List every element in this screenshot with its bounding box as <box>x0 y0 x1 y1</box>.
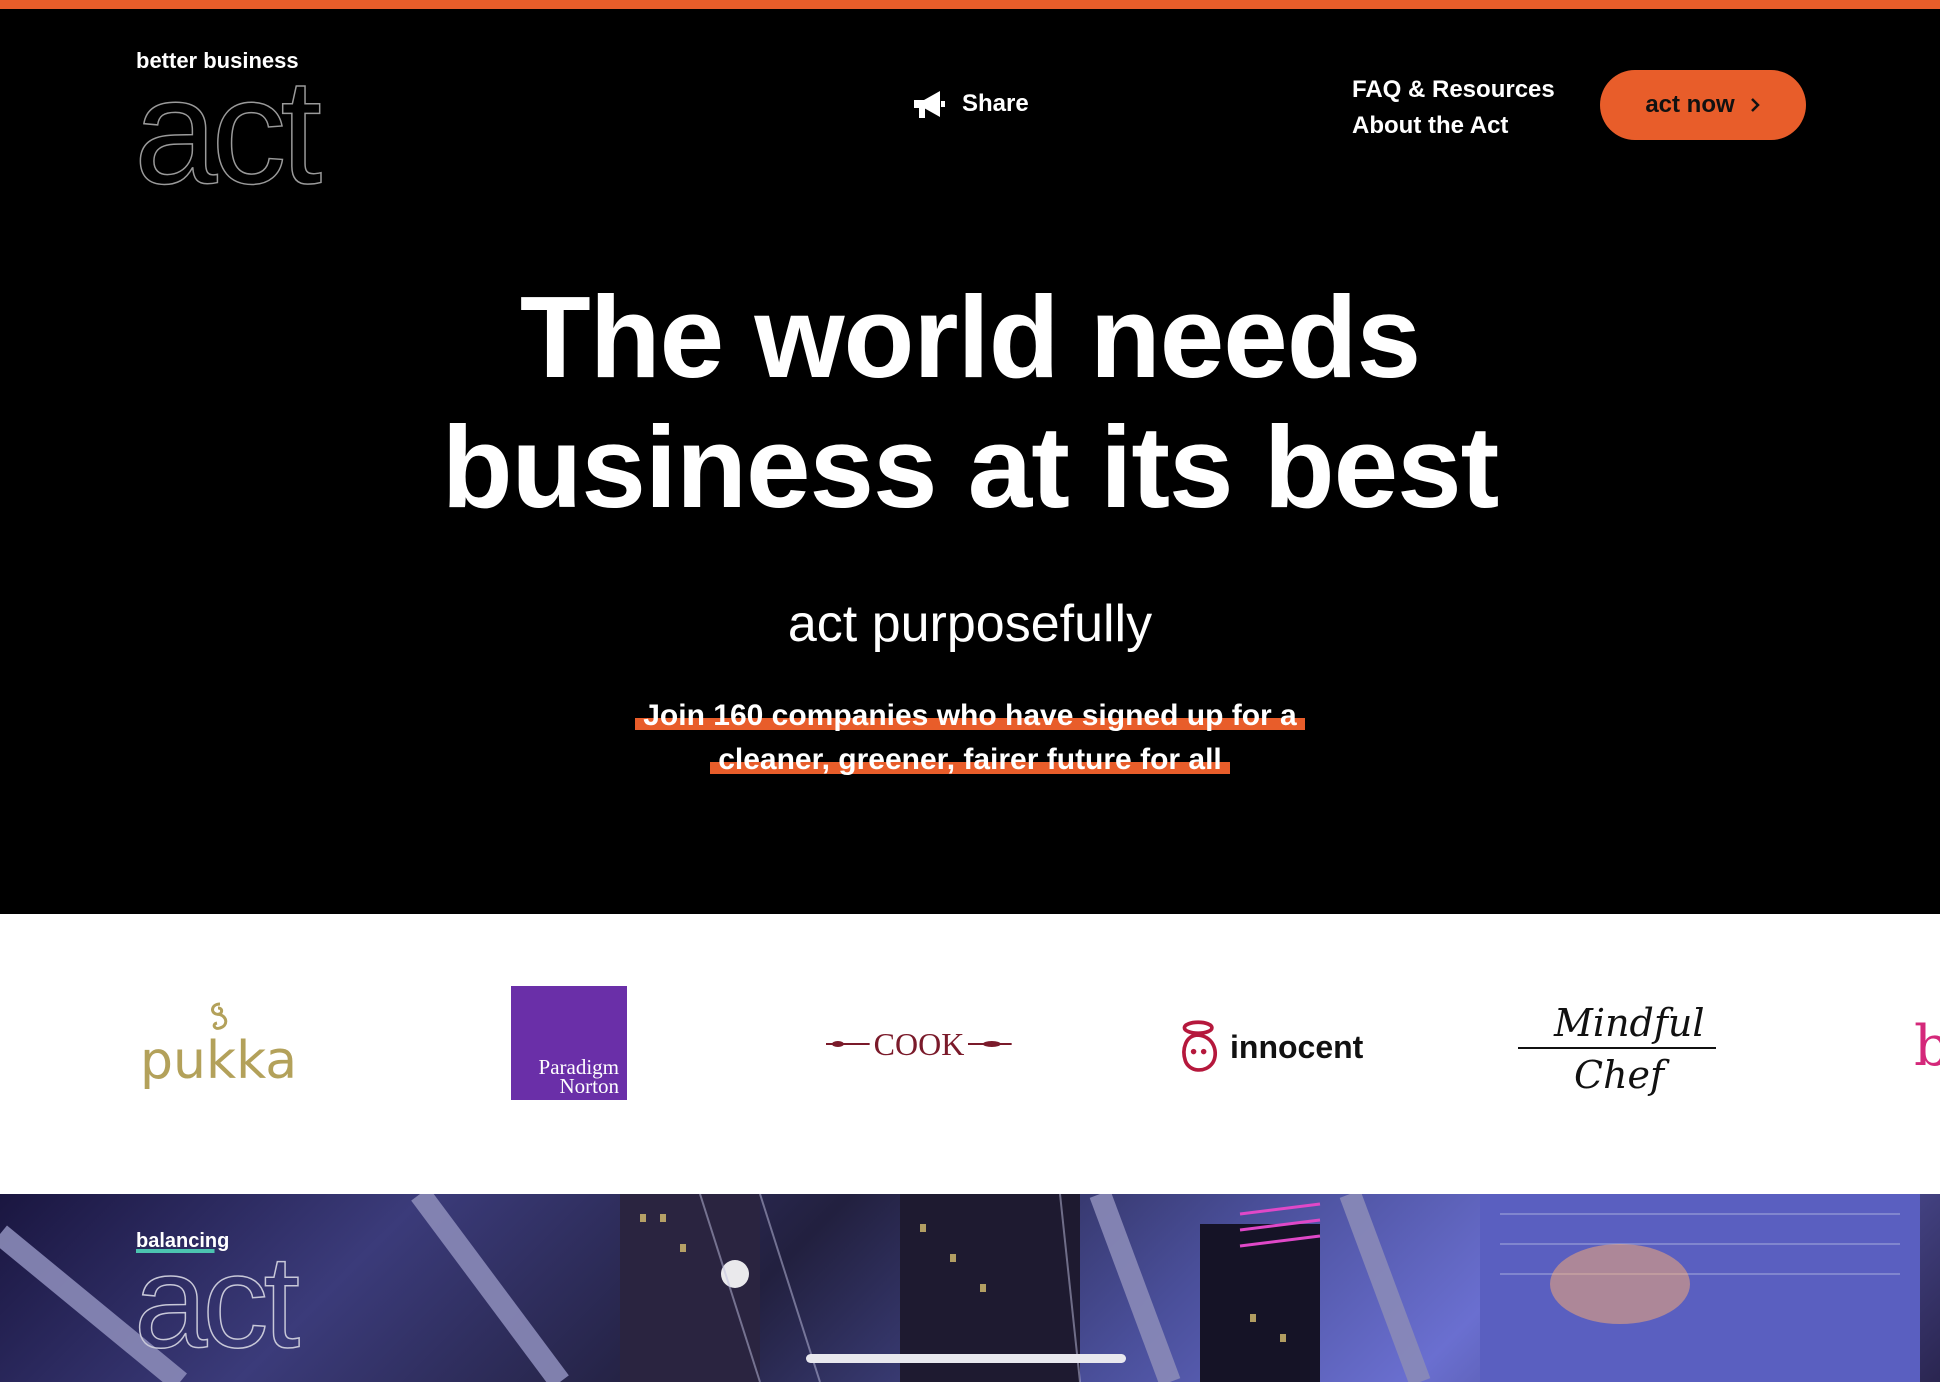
logo-big-text: act <box>133 47 323 215</box>
join-line1: Join 160 companies who have signed up fo… <box>635 694 1305 738</box>
pukka-wordmark: pukka <box>140 1031 297 1090</box>
innocent-logo[interactable]: innocent <box>1178 1014 1363 1080</box>
hero-title-line2: business at its best <box>441 402 1500 532</box>
join-line2: cleaner, greener, fairer future for all <box>710 738 1230 782</box>
megaphone-icon <box>914 91 945 118</box>
cook-wordmark: COOK <box>873 1025 965 1062</box>
header-nav: FAQ & Resources About the Act <box>1352 72 1555 144</box>
mindful-line2: Chef <box>1574 1053 1670 1097</box>
innocent-wordmark: innocent <box>1230 1028 1364 1065</box>
supporter-logos-strip: pukka Paradigm Norton COOK innocent Mind… <box>0 914 1940 1194</box>
knife-icon <box>968 1041 1012 1047</box>
partial-brand-logo[interactable]: b <box>1914 1014 1940 1079</box>
home-indicator[interactable] <box>806 1354 1126 1363</box>
balancing-big-text: act <box>133 1228 301 1375</box>
nav-link-faq[interactable]: FAQ & Resources <box>1352 72 1555 108</box>
act-now-label: act now <box>1645 91 1735 118</box>
chevron-right-icon <box>1750 98 1760 112</box>
act-now-button[interactable]: act now <box>1600 70 1806 140</box>
mindful-line1: Mindful <box>1553 1001 1705 1045</box>
nav-link-about[interactable]: About the Act <box>1352 108 1555 144</box>
pukka-logo[interactable]: pukka <box>138 1000 302 1091</box>
join-text: Join 160 companies who have signed up fo… <box>0 694 1940 782</box>
share-label: Share <box>962 90 1029 117</box>
balancing-act-logo: balancing act <box>133 1230 354 1368</box>
hero-title-line1: The world needs <box>519 272 1421 402</box>
share-button[interactable]: Share <box>910 88 1029 120</box>
paradigm-line2: Norton <box>559 1074 620 1098</box>
hero-subtitle: act purposefully <box>787 595 1153 653</box>
innocent-face-icon <box>1182 1020 1218 1072</box>
paradigm-norton-logo[interactable]: Paradigm Norton <box>511 986 627 1100</box>
cook-logo[interactable]: COOK <box>826 1022 1012 1066</box>
hero-title: The world needs business at its best <box>0 272 1940 532</box>
mindful-chef-logo[interactable]: Mindful Chef <box>1518 992 1718 1102</box>
top-accent-bar <box>0 0 1940 9</box>
site-logo[interactable]: better business act <box>133 46 364 207</box>
knife-icon <box>826 1041 870 1047</box>
